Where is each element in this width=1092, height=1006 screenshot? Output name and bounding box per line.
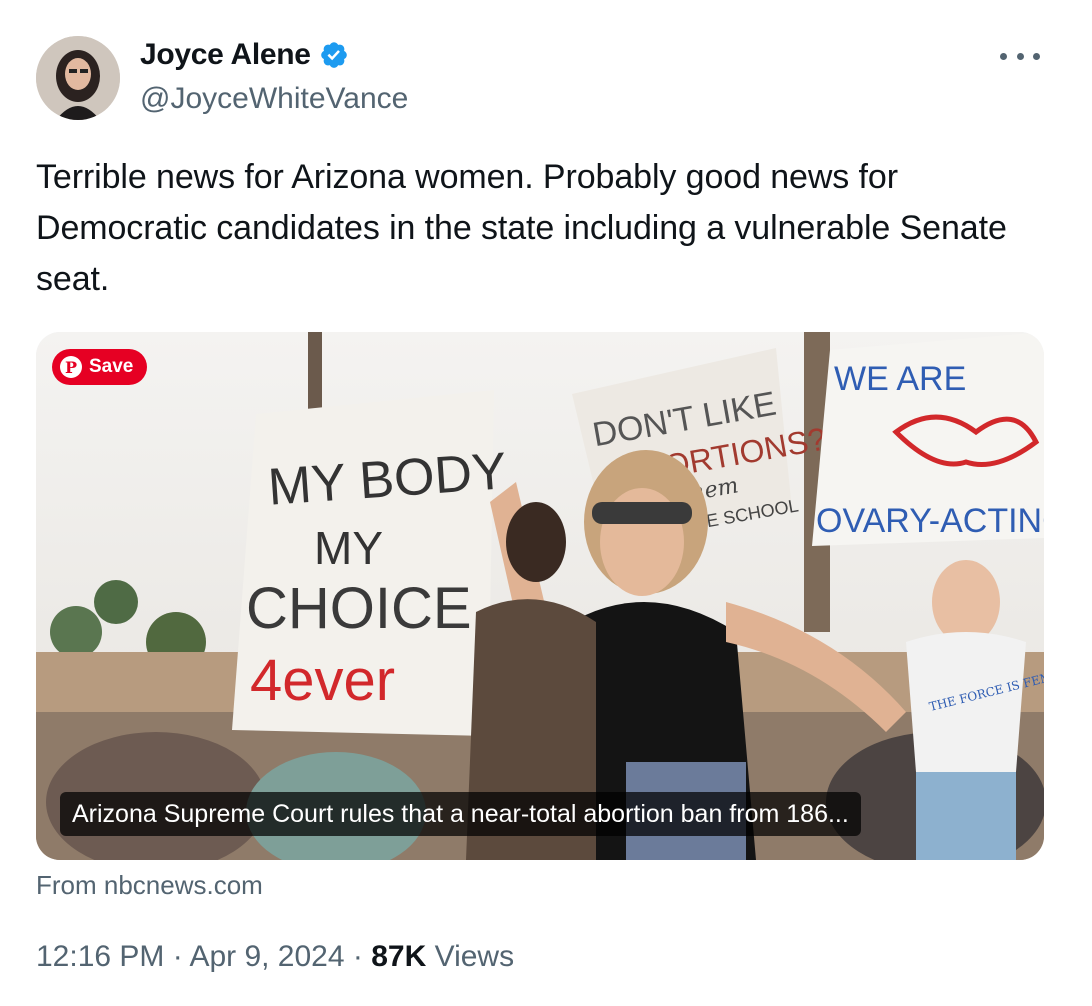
protest-photo: MY BODY MY CHOICE 4ever DON'T LIKE ABORT…: [36, 332, 1044, 860]
avatar-image: [36, 36, 120, 120]
author-name-row[interactable]: Joyce Alene: [140, 38, 349, 72]
sign1-line3: CHOICE: [246, 576, 472, 641]
views-label: Views: [426, 940, 515, 973]
sign3-line2: OVARY-ACTING: [816, 502, 1044, 540]
avatar[interactable]: [36, 36, 120, 120]
separator: ·: [164, 940, 190, 973]
sign1-line4: 4ever: [250, 648, 395, 713]
tweet-date[interactable]: Apr 9, 2024: [189, 940, 344, 973]
pinterest-save-button[interactable]: P Save: [52, 349, 148, 385]
verified-badge-icon: [320, 42, 347, 68]
author-handle[interactable]: @JoyceWhiteVance: [140, 82, 408, 116]
sign1-line2: MY: [314, 522, 383, 574]
save-label: Save: [89, 356, 134, 377]
sign3-line1: WE ARE: [834, 360, 966, 398]
views-count[interactable]: 87K: [371, 940, 426, 973]
display-name[interactable]: Joyce Alene: [140, 38, 311, 72]
card-source[interactable]: From nbcnews.com: [36, 870, 263, 901]
tweet-text: Terrible news for Arizona women. Probabl…: [36, 158, 1007, 298]
card-headline[interactable]: Arizona Supreme Court rules that a near-…: [60, 792, 861, 836]
separator: ·: [344, 940, 372, 973]
link-card[interactable]: MY BODY MY CHOICE 4ever DON'T LIKE ABORT…: [36, 332, 1044, 860]
tweet-time[interactable]: 12:16 PM: [36, 940, 164, 973]
pinterest-icon: P: [60, 356, 82, 378]
more-options-icon[interactable]: [1000, 44, 1040, 68]
tweet-meta: 12:16 PM · Apr 9, 2024 · 87K Views: [36, 940, 514, 974]
